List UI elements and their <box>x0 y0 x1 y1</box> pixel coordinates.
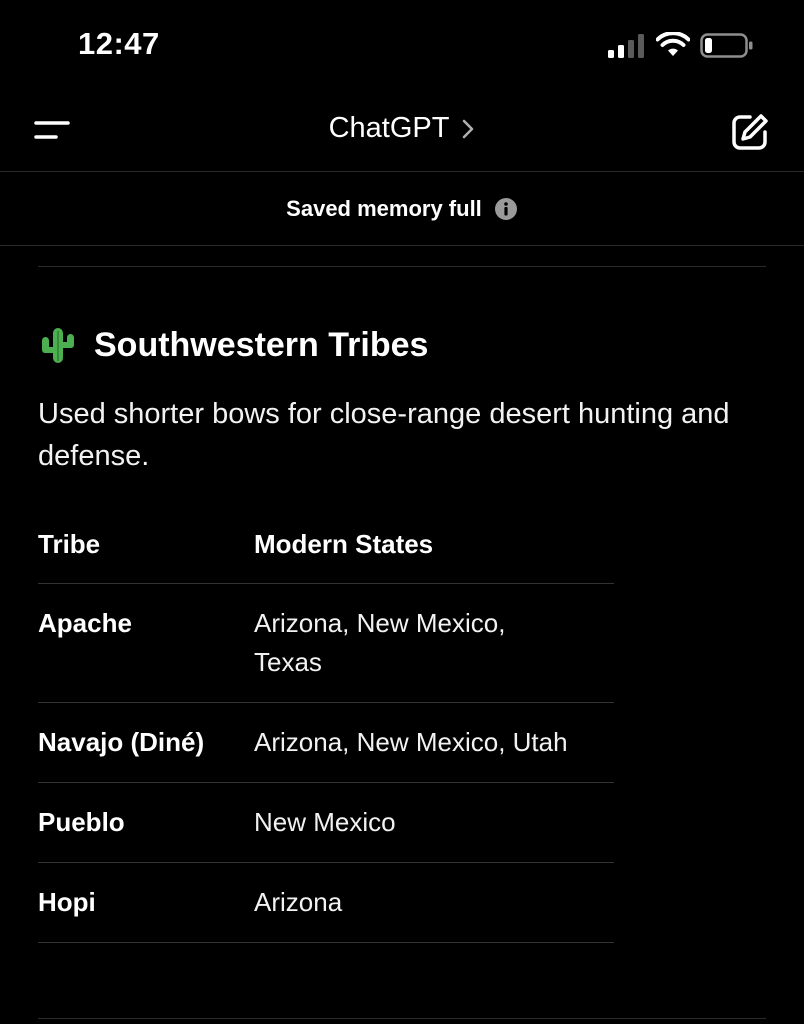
table-row: Navajo (Diné) Arizona, New Mexico, Utah <box>38 702 614 783</box>
states-cell: New Mexico <box>254 782 614 863</box>
message-content: Southwestern Tribes Used shorter bows fo… <box>38 246 768 943</box>
states-cell: Arizona, New Mexico, Utah <box>254 702 614 783</box>
tribes-table: Tribe Modern States Apache Arizona, New … <box>38 507 614 943</box>
app-title: ChatGPT <box>328 112 450 144</box>
section-description: Used shorter bows for close-range desert… <box>38 398 730 472</box>
divider <box>38 1018 766 1019</box>
cellular-signal-icon <box>608 34 644 58</box>
memory-banner[interactable]: Saved memory full <box>0 172 804 246</box>
chevron-right-icon <box>463 119 474 138</box>
section-title: Southwestern Tribes <box>94 325 429 364</box>
tribe-cell: Hopi <box>38 862 254 943</box>
status-bar: 12:47 <box>0 0 804 90</box>
divider <box>38 266 766 267</box>
nav-title-container: ChatGPT <box>0 112 804 145</box>
wifi-icon <box>656 32 690 56</box>
table-header-row: Tribe Modern States <box>38 507 614 584</box>
model-selector-button[interactable]: ChatGPT <box>329 112 476 145</box>
table-row: Apache Arizona, New Mexico, Texas <box>38 583 614 703</box>
battery-icon <box>700 33 753 58</box>
table-row: Pueblo New Mexico <box>38 782 614 863</box>
tribe-cell: Navajo (Diné) <box>38 702 254 783</box>
column-header-states: Modern States <box>254 507 614 584</box>
tribe-cell: Pueblo <box>38 782 254 863</box>
cactus-icon <box>42 328 74 363</box>
column-header-tribe: Tribe <box>38 507 254 584</box>
section-heading: Southwestern Tribes <box>38 323 768 367</box>
states-cell: Arizona <box>254 862 614 943</box>
states-cell: Arizona, New Mexico, Texas <box>254 583 614 703</box>
table-row: Hopi Arizona <box>38 862 614 943</box>
memory-banner-text: Saved memory full <box>286 195 482 221</box>
compose-icon[interactable] <box>730 112 770 152</box>
tribe-cell: Apache <box>38 583 254 703</box>
nav-bar: ChatGPT <box>0 90 804 172</box>
info-icon[interactable] <box>494 197 518 221</box>
status-time: 12:47 <box>78 26 160 61</box>
chat-screen: 12:47 ChatGPT Saved memory full Southwes… <box>0 0 804 1024</box>
